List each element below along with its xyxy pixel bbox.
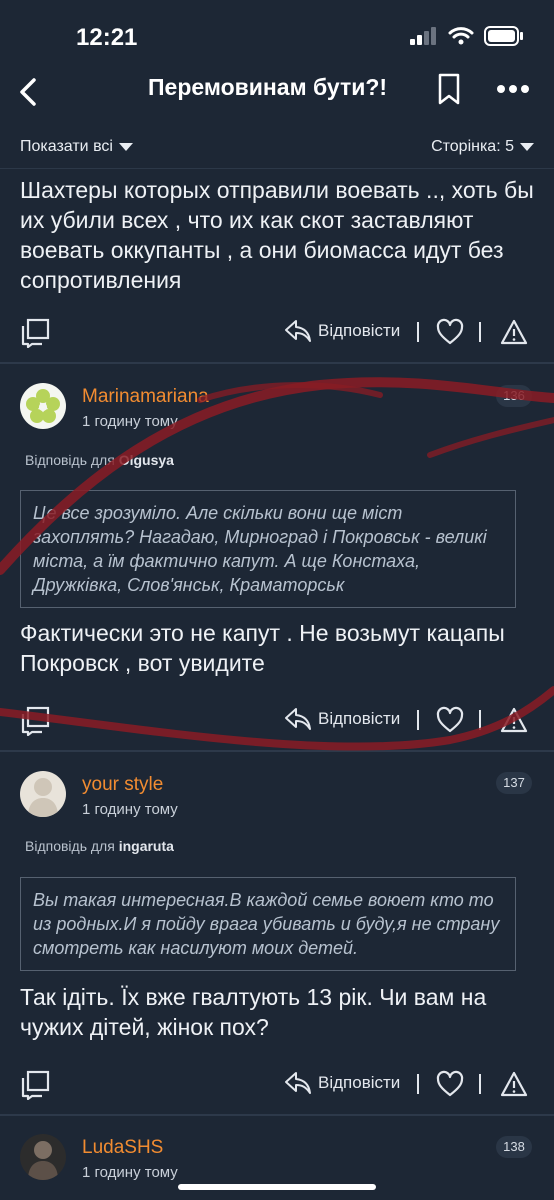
separator	[417, 710, 419, 730]
show-all-dropdown[interactable]: Показати всі	[20, 138, 133, 156]
caret-down-icon	[118, 143, 133, 151]
status-bar: 12:21	[0, 0, 554, 64]
page-dropdown[interactable]: Сторінка: 5	[431, 138, 534, 156]
comment-text: Фактически это не капут . Не возьмут кац…	[20, 620, 505, 676]
separator	[417, 1074, 419, 1094]
separator	[417, 322, 419, 342]
show-all-label: Показати всі	[20, 138, 113, 155]
reply-to: Відповідь для ingaruta	[25, 838, 174, 854]
comment-text: Шахтеры которых отправили воевать .., хо…	[20, 177, 534, 293]
person-avatar-icon	[28, 1141, 58, 1180]
comment-number-badge: 136	[496, 385, 532, 407]
heart-icon[interactable]	[436, 1070, 464, 1098]
warning-icon[interactable]	[500, 706, 528, 734]
reply-to-prefix: Відповідь для	[25, 452, 115, 468]
filter-bar: Показати всі Сторінка: 5	[0, 128, 554, 169]
page-title: Перемовинам бути?!	[148, 74, 388, 100]
battery-icon	[484, 26, 523, 46]
comment-time: 1 годину тому	[82, 801, 178, 818]
page-label: Сторінка: 5	[431, 138, 514, 155]
person-avatar-icon	[28, 778, 58, 817]
comment-actions: Відповісти	[0, 1066, 554, 1106]
avatar[interactable]	[20, 383, 66, 429]
flower-avatar-icon	[26, 389, 60, 423]
separator	[479, 710, 481, 730]
divider	[0, 750, 554, 752]
reply-arrow-icon	[285, 1072, 311, 1094]
comment-number-badge: 138	[496, 1136, 532, 1158]
heart-icon[interactable]	[436, 318, 464, 346]
divider	[0, 362, 554, 364]
divider	[0, 1114, 554, 1116]
status-time: 12:21	[76, 24, 138, 51]
separator	[479, 322, 481, 342]
wifi-icon	[448, 27, 474, 45]
avatar[interactable]	[20, 1134, 66, 1180]
caret-down-icon	[520, 143, 534, 151]
more-icon[interactable]	[496, 74, 530, 104]
thread-icon[interactable]	[20, 1070, 50, 1100]
home-indicator[interactable]	[178, 1184, 376, 1190]
reply-arrow-icon	[285, 320, 311, 342]
reply-label: Відповісти	[318, 709, 401, 728]
comment-actions: Відповісти	[0, 314, 554, 354]
avatar[interactable]	[20, 771, 66, 817]
comment-time: 1 годину тому	[82, 1164, 178, 1181]
thread-icon[interactable]	[20, 706, 50, 736]
username[interactable]: LudaSHS	[82, 1137, 163, 1159]
thread-icon[interactable]	[20, 318, 50, 348]
warning-icon[interactable]	[500, 1070, 528, 1098]
heart-icon[interactable]	[436, 706, 464, 734]
reply-to-user[interactable]: Olgusya	[119, 452, 174, 468]
comment-actions: Відповісти	[0, 702, 554, 742]
reply-label: Відповісти	[318, 1073, 401, 1092]
comment-text: Так ідіть. Їх вже гвалтують 13 рік. Чи в…	[20, 984, 487, 1040]
reply-button[interactable]: Відповісти	[284, 318, 400, 344]
signal-icon	[410, 27, 436, 45]
comment-time: 1 годину тому	[82, 413, 178, 430]
bookmark-icon[interactable]	[436, 72, 462, 106]
nav-bar: Перемовинам бути?!	[0, 64, 554, 114]
reply-button[interactable]: Відповісти	[284, 706, 400, 732]
comment-number-badge: 137	[496, 772, 532, 794]
warning-icon[interactable]	[500, 318, 528, 346]
reply-to-user[interactable]: ingaruta	[119, 838, 174, 854]
reply-button[interactable]: Відповісти	[284, 1070, 400, 1096]
reply-label: Відповісти	[318, 321, 401, 340]
back-chevron-icon[interactable]	[10, 70, 50, 110]
status-icons	[410, 26, 524, 46]
separator	[479, 1074, 481, 1094]
reply-arrow-icon	[285, 708, 311, 730]
username[interactable]: your style	[82, 774, 163, 796]
reply-to: Відповідь для Olgusya	[25, 452, 174, 468]
username[interactable]: Marinamariana	[82, 386, 209, 408]
quote-block: Вы такая интересная.В каждой семье воюет…	[20, 877, 516, 971]
reply-to-prefix: Відповідь для	[25, 838, 115, 854]
quote-block: Це все зрозуміло. Але скільки вони ще мі…	[20, 490, 516, 608]
